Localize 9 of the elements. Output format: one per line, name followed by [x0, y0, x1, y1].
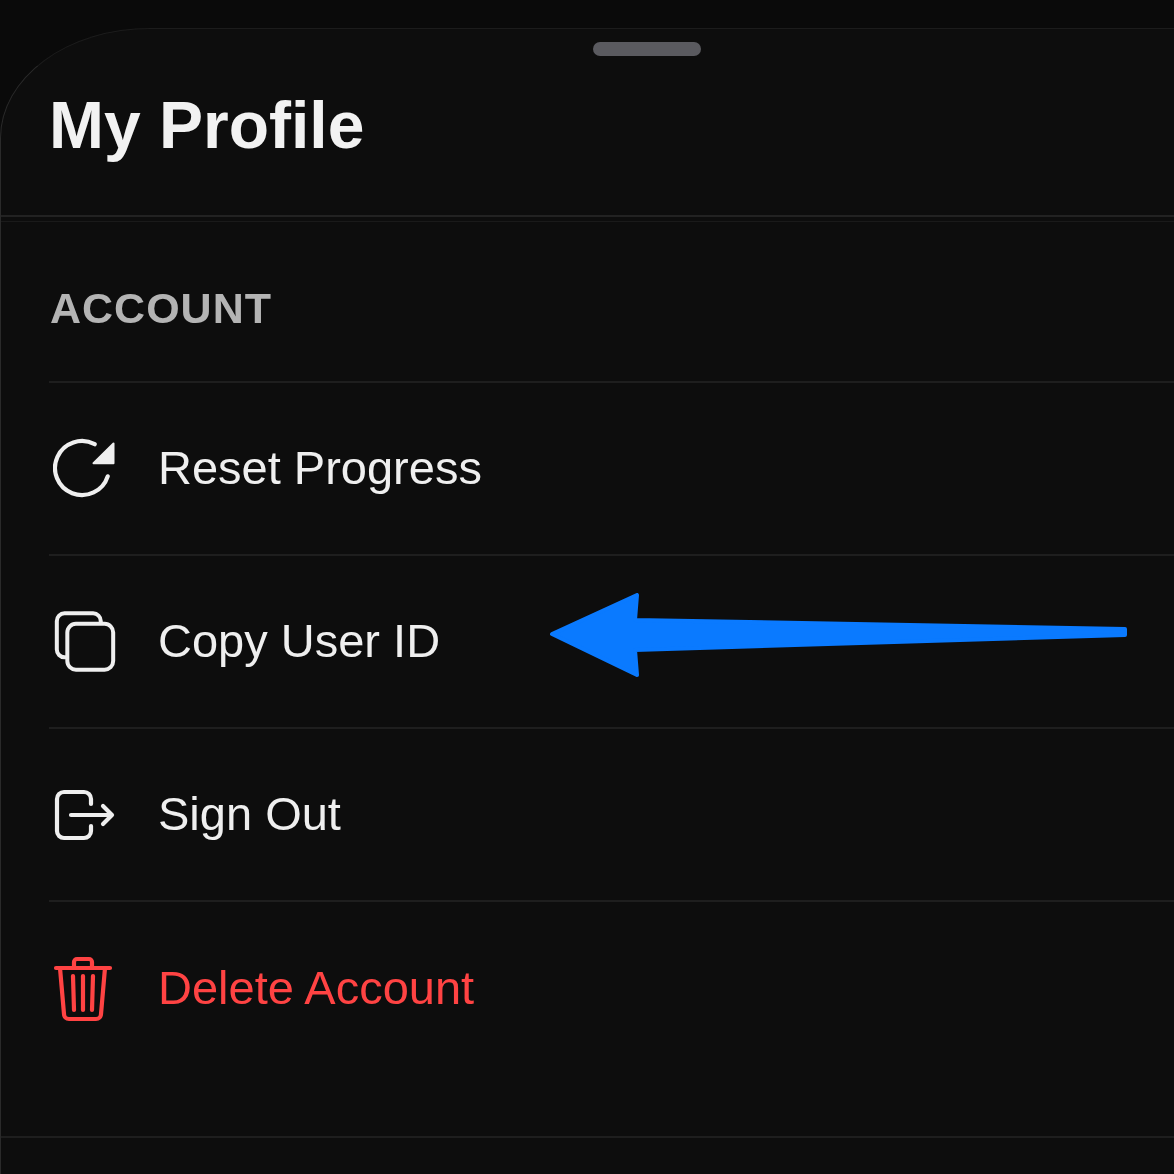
- trash-icon: [53, 955, 113, 1022]
- refresh-icon: [53, 438, 116, 499]
- menu-item[interactable]: Reset Progress: [49, 383, 1174, 556]
- menu-item[interactable]: Copy User ID: [49, 556, 1174, 729]
- copy-icon: [53, 609, 117, 674]
- menu-item[interactable]: Delete Account: [49, 902, 1174, 1075]
- menu-item[interactable]: Sign Out: [49, 729, 1174, 902]
- section-header: ACCOUNT: [50, 287, 272, 330]
- drag-handle[interactable]: [593, 42, 701, 56]
